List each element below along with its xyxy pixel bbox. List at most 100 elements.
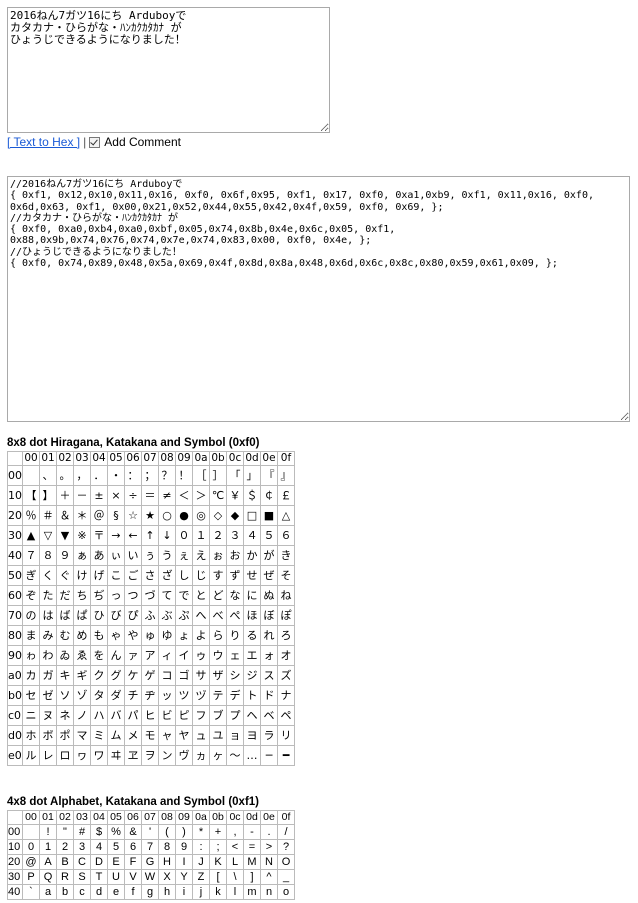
glyph-cell: は [39,605,57,626]
row-header: c0 [7,705,23,726]
glyph-cell: ギ [73,665,91,686]
glyph-cell: ＞ [192,485,210,506]
glyph-cell: ： [124,465,142,486]
glyph-cell: こ [107,565,125,586]
glyph-cell: ナ [277,685,295,706]
glyph-cell: 』 [277,465,295,486]
glyph-cell: % [107,824,125,840]
table-row: 60 ぞただちぢっつづてでとどなにぬね [7,585,295,606]
glyph-cell: ゐ [56,645,74,666]
glyph-cell: ぜ [260,565,278,586]
glyph-cell: ニ [22,705,40,726]
glyph-cell: １ [192,525,210,546]
glyph-cell: ■ [260,505,278,526]
glyph-cell: ☆ [124,505,142,526]
glyph-cell: \ [226,869,244,885]
table-row: b0 セゼソゾタダチヂッツヅテデトドナ [7,685,295,706]
column-header: 0f [277,810,295,825]
hex-output-textarea[interactable] [7,176,630,422]
glyph-cell: う [158,545,176,566]
glyph-cell: お [226,545,244,566]
glyph-cell: ￡ [277,485,295,506]
source-text-input[interactable] [7,7,330,133]
glyph-cell: ブ [209,705,227,726]
glyph-cell: ぺ [226,605,244,626]
glyph-cell: n [260,884,278,900]
glyph-cell: ＃ [39,505,57,526]
glyph-cell: ▲ [22,525,40,546]
glyph-cell: ぴ [124,605,142,626]
glyph-cell: ど [209,585,227,606]
glyph-cell: ュ [192,725,210,746]
glyph-cell: P [22,869,40,885]
glyph-cell: ね [277,585,295,606]
glyph-cell: ぁ [73,545,91,566]
glyph-cell: a [39,884,57,900]
column-header: 03 [73,810,91,825]
glyph-cell: ぞ [22,585,40,606]
column-header: 04 [90,810,108,825]
glyph-cell: 」 [243,465,261,486]
column-header: 05 [107,810,125,825]
glyph-cell: ホ [22,725,40,746]
table-corner [7,810,23,825]
row-header: 40 [7,545,23,566]
column-header: 01 [39,810,57,825]
row-header: 90 [7,645,23,666]
glyph-cell: G [141,854,159,870]
glyph-cell: b [56,884,74,900]
glyph-cell: ) [175,824,193,840]
column-header: 0e [260,810,278,825]
glyph-cell: ル [22,745,40,766]
glyph-cell: C [73,854,91,870]
glyph-cell: ? [277,839,295,855]
glyph-cell: の [22,605,40,626]
row-header: 00 [7,465,23,486]
column-header: 0c [226,810,244,825]
glyph-cell: ＆ [56,505,74,526]
column-header: 08 [158,810,176,825]
glyph-cell: ５ [260,525,278,546]
glyph-cell: ん [107,645,125,666]
glyph-cell: ダ [107,685,125,706]
glyph-cell: む [56,625,74,646]
glyph-cell: ド [260,685,278,706]
row-header: 00 [7,824,23,840]
table-row: e0 ルレロヮワヰヱヲンヴヵヶ〜… ─ ━ [7,745,295,766]
glyph-cell: X [158,869,176,885]
text-to-hex-link[interactable]: [ Text to Hex ] [7,135,80,149]
hiragana-table-body: 00、。，．・：；？！ ［ ］ 「」『』 10 【】＋－ ± × ÷ ＝ ≠ ＜＞ ℃ ￥ ＄ ￠ ￡ 20 ％＃＆… [7,465,295,766]
glyph-cell: ぅ [141,545,159,566]
glyph-cell: ・ [107,465,125,486]
glyph-cell: り [226,625,244,646]
glyph-cell: ま [22,625,40,646]
glyph-cell: ］ [209,465,227,486]
column-header: 05 [107,451,125,466]
glyph-cell: 5 [107,839,125,855]
glyph-cell: * [192,824,210,840]
glyph-cell: リ [277,725,295,746]
glyph-cell: c [73,884,91,900]
glyph-cell: よ [192,625,210,646]
glyph-cell: ヌ [39,705,57,726]
table-row: 20 @ A B C D E F G H I J K L M N O [7,854,295,870]
glyph-cell: △ [277,505,295,526]
column-header: 0c [226,451,244,466]
column-header: 0a [192,810,210,825]
glyph-cell: パ [124,705,142,726]
glyph-cell: ヰ [107,745,125,766]
glyph-cell: ク [90,665,108,686]
glyph-cell: ─ [260,745,278,766]
glyph-cell: び [107,605,125,626]
glyph-cell: ェ [226,645,244,666]
glyph-cell: ◆ [226,505,244,526]
glyph-cell: 9 [175,839,193,855]
glyph-cell: ト [243,685,261,706]
glyph-cell: ぶ [158,605,176,626]
glyph-cell: ＋ [56,485,74,506]
glyph-cell: / [277,824,295,840]
add-comment-checkbox[interactable] [89,136,101,148]
glyph-cell: ● [175,505,193,526]
glyph-cell: ぬ [260,585,278,606]
glyph-cell: ◇ [209,505,227,526]
